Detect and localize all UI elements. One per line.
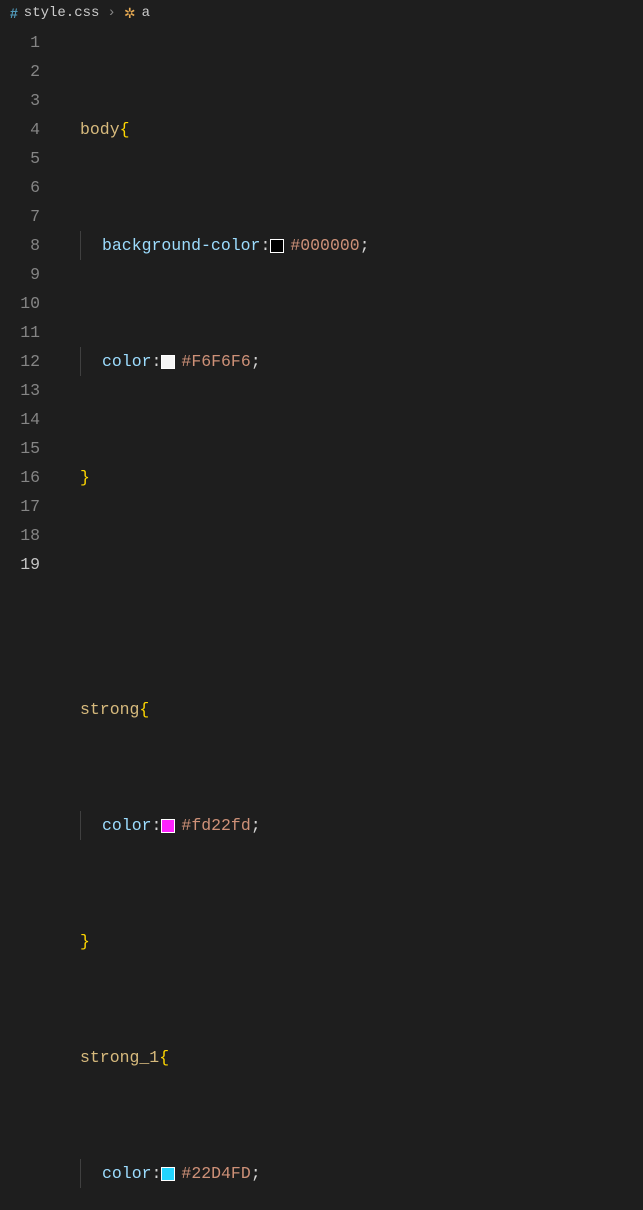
selector: strong xyxy=(80,695,139,724)
code-line[interactable]: background-color: #000000; xyxy=(58,231,370,260)
brace-close: } xyxy=(80,927,90,956)
line-number: 15 xyxy=(0,434,40,463)
line-number: 6 xyxy=(0,173,40,202)
code-area[interactable]: body { background-color: #000000; color:… xyxy=(58,26,370,1210)
selector: strong_1 xyxy=(80,1043,159,1072)
value: #F6F6F6 xyxy=(181,347,250,376)
line-number: 5 xyxy=(0,144,40,173)
breadcrumb-file[interactable]: style.css xyxy=(24,5,100,21)
breadcrumb[interactable]: # style.css › ✲ a xyxy=(0,0,643,26)
color-swatch[interactable] xyxy=(161,819,175,833)
line-number: 19 xyxy=(0,550,40,579)
code-editor[interactable]: 1 2 3 4 5 6 7 8 9 10 11 12 13 14 15 16 1… xyxy=(0,26,643,1210)
code-line[interactable]: } xyxy=(58,927,370,956)
line-number: 8 xyxy=(0,231,40,260)
line-number: 12 xyxy=(0,347,40,376)
code-line[interactable] xyxy=(58,579,370,608)
line-number: 3 xyxy=(0,86,40,115)
color-swatch[interactable] xyxy=(161,1167,175,1181)
property: background-color xyxy=(102,231,260,260)
brace-close: } xyxy=(80,463,90,492)
line-number: 13 xyxy=(0,376,40,405)
selector: body xyxy=(80,115,120,144)
line-number: 18 xyxy=(0,521,40,550)
property: color xyxy=(102,1159,152,1188)
color-swatch[interactable] xyxy=(161,355,175,369)
line-number: 10 xyxy=(0,289,40,318)
brace-open: { xyxy=(159,1043,169,1072)
breadcrumb-symbol[interactable]: a xyxy=(142,5,150,21)
code-line[interactable]: strong{ xyxy=(58,695,370,724)
breadcrumb-separator: › xyxy=(107,5,115,21)
value: #fd22fd xyxy=(181,811,250,840)
value: #22D4FD xyxy=(181,1159,250,1188)
property: color xyxy=(102,811,152,840)
css-file-icon: # xyxy=(10,5,18,21)
line-number: 4 xyxy=(0,115,40,144)
line-number-gutter: 1 2 3 4 5 6 7 8 9 10 11 12 13 14 15 16 1… xyxy=(0,26,58,1210)
code-line[interactable]: color: #fd22fd; xyxy=(58,811,370,840)
line-number: 16 xyxy=(0,463,40,492)
color-swatch[interactable] xyxy=(270,239,284,253)
line-number: 11 xyxy=(0,318,40,347)
code-line[interactable]: strong_1{ xyxy=(58,1043,370,1072)
code-line[interactable]: body { xyxy=(58,115,370,144)
brace-open: { xyxy=(120,115,130,144)
line-number: 1 xyxy=(0,28,40,57)
value: #000000 xyxy=(290,231,359,260)
line-number: 2 xyxy=(0,57,40,86)
line-number: 17 xyxy=(0,492,40,521)
css-selector-icon: ✲ xyxy=(124,5,136,22)
brace-open: { xyxy=(139,695,149,724)
code-line[interactable]: color: #F6F6F6; xyxy=(58,347,370,376)
property: color xyxy=(102,347,152,376)
line-number: 7 xyxy=(0,202,40,231)
code-line[interactable]: } xyxy=(58,463,370,492)
code-line[interactable]: color: #22D4FD; xyxy=(58,1159,370,1188)
line-number: 14 xyxy=(0,405,40,434)
line-number: 9 xyxy=(0,260,40,289)
